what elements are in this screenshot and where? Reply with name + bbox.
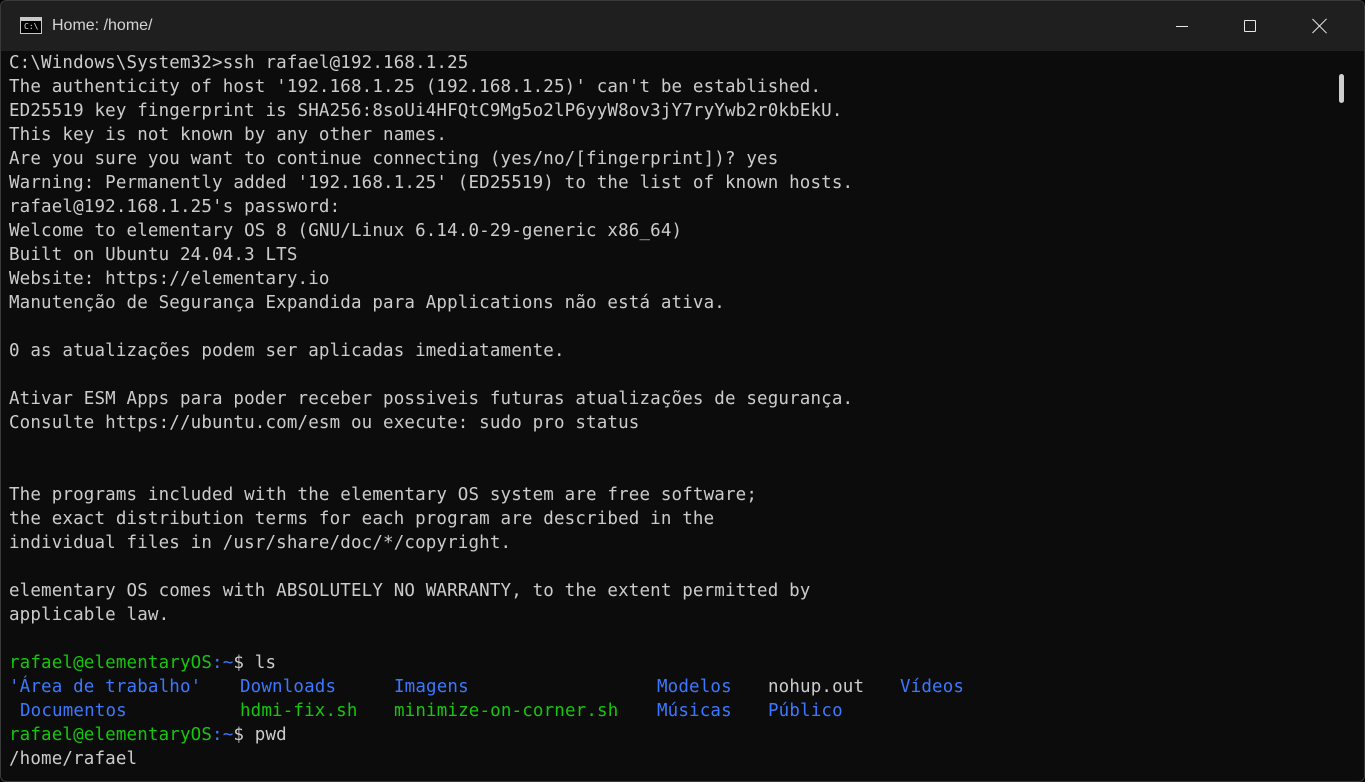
ls-entry: Modelos [657,677,732,697]
terminal-line: Welcome to elementary OS 8 (GNU/Linux 6.… [9,221,683,241]
ls-entry: hdmi-fix.sh [240,701,358,721]
terminal-line: Are you sure you want to continue connec… [9,149,779,169]
ls-entry: 'Área de trabalho' [9,677,202,697]
terminal-line: Ativar ESM Apps para poder receber possi… [9,389,854,409]
ls-entry: nohup.out [768,677,865,697]
prompt-path: :~ [212,725,234,745]
cmd-icon: C:\ [20,17,42,34]
prompt-line: rafael@elementaryOS:~$ ls [9,651,1319,675]
terminal-window: C:\ Home: /home/ C:\Windows\System32>ssh… [0,0,1365,782]
terminal-line: C:\Windows\System32>ssh rafael@192.168.1… [9,53,469,73]
maximize-icon [1244,20,1256,32]
close-button[interactable] [1285,1,1355,51]
prompt-line: rafael@elementaryOS:~$ pwd [9,723,1319,747]
prompt-symbol: $ [233,653,255,673]
ls-entry: Imagens [394,677,469,697]
ls-entry: Documentos [20,701,127,721]
terminal-line: individual files in /usr/share/doc/*/cop… [9,533,512,553]
ls-entry: Músicas [657,701,732,721]
ls-output-row: 'Área de trabalho' Downloads Imagens Mod… [9,675,1319,699]
ls-output-row: Documentos hdmi-fix.sh minimize-on-corne… [9,699,1319,723]
terminal-line: 0 as atualizações podem ser aplicadas im… [9,341,565,361]
scrollbar-track[interactable] [1329,51,1355,771]
terminal-line: Built on Ubuntu 24.04.3 LTS [9,245,298,265]
terminal-line: Website: https://elementary.io [9,269,330,289]
terminal-line: applicable law. [9,605,170,625]
terminal-line: Manutenção de Segurança Expandida para A… [9,293,725,313]
terminal-line: The authenticity of host '192.168.1.25 (… [9,77,822,97]
terminal-line: Consulte https://ubuntu.com/esm ou execu… [9,413,640,433]
terminal-line: ED25519 key fingerprint is SHA256:8soUi4… [9,101,843,121]
maximize-button[interactable] [1215,1,1285,51]
ls-entry: minimize-on-corner.sh [394,701,619,721]
terminal-line: Warning: Permanently added '192.168.1.25… [9,173,854,193]
terminal-line: rafael@192.168.1.25's password: [9,197,341,217]
terminal-line: /home/rafael [9,749,138,769]
terminal-line: This key is not known by any other names… [9,125,448,145]
prompt-symbol: $ [233,725,255,745]
scrollbar-thumb[interactable] [1339,74,1344,103]
ls-entry: Vídeos [900,677,965,697]
ls-entry: Downloads [240,677,337,697]
ls-entry: Público [768,701,843,721]
minimize-button[interactable] [1147,1,1217,51]
prompt-user-host: rafael@elementaryOS [9,653,213,673]
prompt-command: pwd [254,725,287,745]
terminal-line: elementary OS comes with ABSOLUTELY NO W… [9,581,811,601]
prompt-path: :~ [212,653,234,673]
prompt-command: ls [254,653,277,673]
close-icon [1312,18,1328,34]
cmd-icon-glyph: C:\ [24,22,39,31]
title-bar[interactable]: C:\ Home: /home/ [1,1,1364,51]
terminal-line: The programs included with the elementar… [9,485,758,505]
terminal-output[interactable]: C:\Windows\System32>ssh rafael@192.168.1… [9,51,1319,781]
minimize-icon [1176,25,1188,27]
terminal-line: the exact distribution terms for each pr… [9,509,715,529]
window-title: Home: /home/ [52,17,153,34]
